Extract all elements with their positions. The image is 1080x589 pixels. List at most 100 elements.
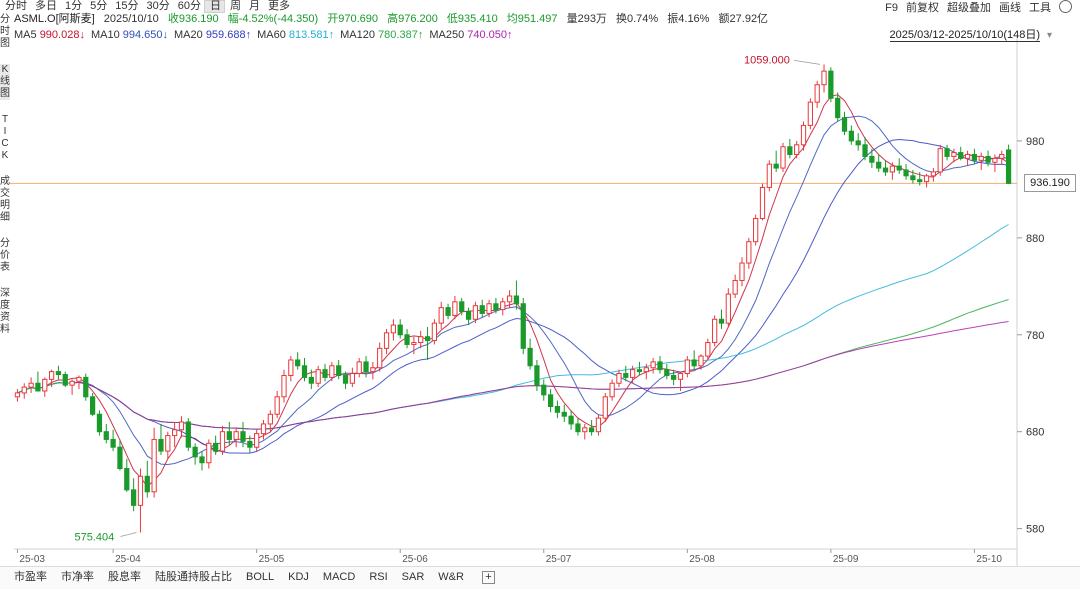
tab-0[interactable]: 分时 bbox=[0, 0, 30, 13]
candle-body bbox=[1005, 149, 1012, 184]
amplitude: 振4.16% bbox=[667, 13, 710, 25]
x-tick-label: 25-09 bbox=[833, 554, 859, 565]
gear-icon[interactable] bbox=[1059, 0, 1072, 13]
candle-body bbox=[923, 175, 930, 183]
indicator-2[interactable]: 股息率 bbox=[108, 567, 141, 588]
ma-line-5 bbox=[17, 94, 1009, 488]
candle-body bbox=[206, 442, 212, 464]
ma-value: 994.650↓ bbox=[122, 29, 169, 41]
side-tab-2[interactable]: TICK bbox=[0, 114, 10, 162]
candle-body bbox=[684, 359, 690, 375]
candle-body bbox=[848, 130, 854, 142]
side-tab-1[interactable]: K线图 bbox=[0, 64, 10, 100]
tab-1[interactable]: 多日 bbox=[30, 0, 60, 13]
indicator-5[interactable]: KDJ bbox=[288, 567, 309, 588]
tab-6[interactable]: 60分 bbox=[173, 0, 204, 13]
candle-body bbox=[404, 334, 410, 345]
candle-body bbox=[595, 417, 602, 433]
x-tick-label: 25-10 bbox=[976, 554, 1002, 565]
candle-body bbox=[677, 373, 684, 380]
candle-body bbox=[185, 421, 191, 448]
ma-line-60 bbox=[17, 224, 1009, 430]
indicator-8[interactable]: SAR bbox=[402, 567, 425, 588]
candle-body bbox=[807, 101, 813, 126]
tab-9[interactable]: 月 bbox=[244, 0, 263, 13]
avg-price: 均951.497 bbox=[506, 13, 558, 25]
candle-body bbox=[172, 429, 178, 437]
y-tick-label: 580 bbox=[1026, 524, 1044, 536]
candle-body bbox=[295, 359, 301, 367]
side-tab-3[interactable]: 成交明细 bbox=[0, 176, 10, 224]
add-indicator-button[interactable]: + bbox=[481, 571, 495, 584]
tab-5[interactable]: 30分 bbox=[142, 0, 173, 13]
chevron-down-icon[interactable]: ▾ bbox=[1047, 30, 1052, 41]
indicator-4[interactable]: BOLL bbox=[246, 567, 274, 588]
candle-body bbox=[124, 468, 130, 491]
candle-body bbox=[588, 427, 595, 433]
date-range[interactable]: 2025/03/12-2025/10/10(148日) bbox=[889, 30, 1040, 42]
indicator-6[interactable]: MACD bbox=[323, 567, 355, 588]
tool-1[interactable]: 前复权 bbox=[906, 2, 939, 15]
candle-body bbox=[951, 152, 957, 157]
candle-body bbox=[513, 295, 520, 305]
open-price: 开970.690 bbox=[327, 13, 379, 25]
candle-body bbox=[835, 97, 841, 119]
candle-body bbox=[199, 456, 205, 464]
ma-label: MA5 bbox=[14, 29, 40, 41]
candle-body bbox=[828, 70, 834, 99]
candle-body bbox=[568, 415, 574, 425]
candle-body bbox=[411, 342, 417, 345]
tool-3[interactable]: 画线 bbox=[999, 2, 1021, 15]
candle-body bbox=[500, 301, 506, 311]
y-tick-label: 780 bbox=[1026, 330, 1044, 342]
side-tab-4[interactable]: 分价表 bbox=[0, 238, 10, 274]
candle-body bbox=[267, 413, 273, 425]
ma-label: MA10 bbox=[90, 29, 123, 41]
candle-body bbox=[985, 155, 991, 163]
indicator-9[interactable]: W&R bbox=[438, 567, 464, 588]
candle-body bbox=[103, 431, 109, 440]
indicator-3[interactable]: 陆股通持股占比 bbox=[155, 567, 232, 588]
candle-body bbox=[937, 148, 943, 173]
candle-body bbox=[623, 373, 629, 378]
tab-4[interactable]: 15分 bbox=[110, 0, 141, 13]
tab-2[interactable]: 1分 bbox=[60, 0, 85, 13]
tool-0[interactable]: F9 bbox=[885, 2, 898, 15]
kline-chart[interactable]: 580 680 780 880 980 25-03 25-04 25-05 25-06 25-07… bbox=[0, 0, 1080, 589]
tab-3[interactable]: 5分 bbox=[85, 0, 110, 13]
candle-body bbox=[21, 386, 27, 394]
candle-body bbox=[718, 318, 725, 324]
tab-7[interactable]: 日 bbox=[204, 0, 225, 13]
tool-4[interactable]: 工具 bbox=[1029, 2, 1051, 15]
candle-body bbox=[219, 431, 226, 452]
candle-body bbox=[213, 442, 219, 452]
candle-body bbox=[465, 311, 472, 320]
candle-body bbox=[876, 161, 882, 169]
ma-item-5: MA250 740.050↑ bbox=[429, 29, 512, 41]
candle-body bbox=[575, 423, 581, 433]
side-tab-0[interactable]: 分时图 bbox=[0, 14, 10, 50]
candle-body bbox=[821, 70, 827, 86]
candle-body bbox=[158, 438, 164, 452]
tool-2[interactable]: 超级叠加 bbox=[947, 2, 991, 15]
candle-body bbox=[377, 347, 383, 369]
candle-body bbox=[14, 392, 21, 398]
indicator-1[interactable]: 市净率 bbox=[61, 567, 94, 588]
candle-body bbox=[773, 163, 779, 169]
candle-body bbox=[479, 305, 485, 314]
indicator-7[interactable]: RSI bbox=[369, 567, 387, 588]
quote-date: 2025/10/10 bbox=[103, 13, 159, 25]
candle-body bbox=[62, 374, 68, 386]
candle-body bbox=[527, 347, 533, 367]
tab-10[interactable]: 更多 bbox=[263, 0, 293, 13]
ma-legend: MA5 990.028↓ MA10 994.650↓ MA20 959.688↑ MA… bbox=[14, 29, 519, 42]
x-tick-label: 25-04 bbox=[115, 554, 141, 565]
candle-body bbox=[301, 365, 308, 378]
low-label: 575.404 bbox=[74, 531, 114, 543]
low-pointer bbox=[120, 532, 137, 537]
candle-body bbox=[657, 361, 663, 371]
tab-8[interactable]: 周 bbox=[225, 0, 244, 13]
indicator-0[interactable]: 市盈率 bbox=[14, 567, 47, 588]
ma-label: MA60 bbox=[257, 29, 289, 41]
side-tab-5[interactable]: 深度资料 bbox=[0, 288, 10, 336]
